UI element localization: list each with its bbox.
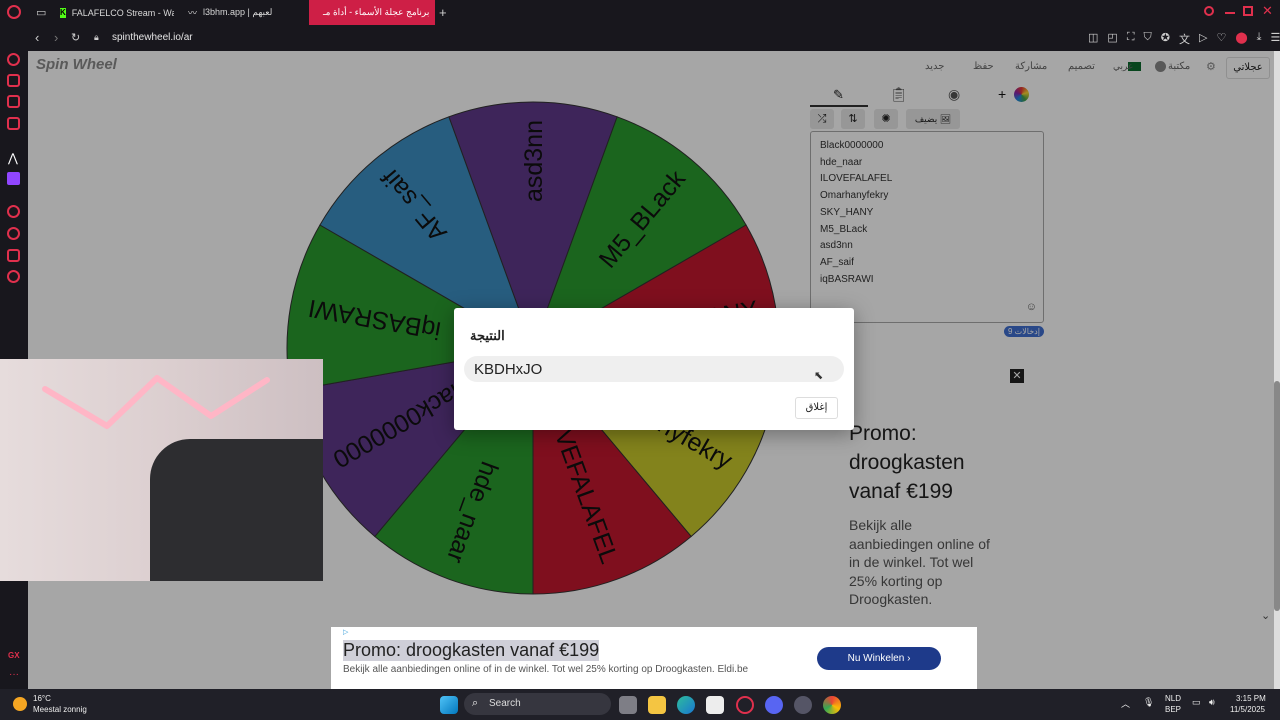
- tab-label: l3bhm.app | لعبهم: [203, 7, 273, 17]
- vk-icon[interactable]: [7, 117, 20, 130]
- menu-icon[interactable]: ☰: [1271, 31, 1280, 47]
- kick-icon: K: [60, 7, 66, 18]
- mouse-cursor-icon: ⬉: [814, 370, 824, 382]
- maximize-icon[interactable]: [1243, 6, 1253, 16]
- extension-icon[interactable]: ✪: [1161, 31, 1170, 47]
- tab-bar: ▭ K FALAFELCO Stream - Wa 〰 l3bhm.app | …: [0, 0, 1280, 25]
- l3bhm-icon: 〰: [188, 8, 198, 18]
- wallet-icon[interactable]: ⬤: [1235, 31, 1247, 47]
- tab-l3bhm[interactable]: 〰 l3bhm.app | لعبهم: [180, 0, 305, 25]
- weather-icon: [13, 697, 27, 711]
- opera-gx-icon[interactable]: [736, 696, 754, 714]
- screenshot-icon[interactable]: ⛶: [1127, 31, 1135, 47]
- mic-icon[interactable]: 🎙︎: [1143, 697, 1154, 708]
- tab-spinthewheel[interactable]: برنامج عجلة الأسماء - أداة مـ: [309, 0, 435, 25]
- dialog-title: النتيجة: [470, 328, 505, 343]
- chat-icon[interactable]: [7, 249, 20, 262]
- play-icon[interactable]: ▷: [1199, 31, 1207, 47]
- start-icon[interactable]: [440, 696, 458, 714]
- store-icon[interactable]: [706, 696, 724, 714]
- scrollbar[interactable]: [1274, 51, 1280, 689]
- close-window-icon[interactable]: ✕: [1262, 3, 1273, 19]
- bottom-ad-title[interactable]: Promo: droogkasten vanaf €199: [343, 640, 600, 661]
- new-tab-button[interactable]: +: [439, 5, 447, 20]
- reload-icon[interactable]: ↻: [71, 31, 80, 44]
- twitch-icon[interactable]: [7, 172, 20, 185]
- webcam-overlay: [0, 359, 323, 581]
- back-icon[interactable]: ‹: [35, 30, 39, 45]
- edge-icon[interactable]: [677, 696, 695, 714]
- gx-icon[interactable]: GX: [8, 651, 20, 660]
- scroll-down-icon[interactable]: ⌄: [1261, 609, 1270, 622]
- result-dialog: النتيجة KBDHxJO ⬉ إغلاق: [454, 308, 854, 430]
- search-icon: ⌕: [472, 697, 479, 709]
- player-icon[interactable]: [7, 205, 20, 218]
- shop-now-label: Nu Winkelen: [847, 653, 905, 664]
- address-bar: ‹ › ↻ 🔒︎ spinthewheel.io/ar ◫ ◰ ⛶ ⛉ ✪ 文 …: [0, 25, 1280, 51]
- result-value: KBDHxJO: [474, 361, 543, 378]
- steam-icon[interactable]: [794, 696, 812, 714]
- tab-label: برنامج عجلة الأسماء - أداة مـ: [323, 7, 430, 17]
- lang-layout[interactable]: BEP: [1165, 705, 1181, 714]
- search-box[interactable]: ⌕ Search: [464, 693, 611, 715]
- lock-icon: 🔒︎: [94, 32, 99, 42]
- aria-icon[interactable]: [7, 53, 20, 66]
- minimize-icon[interactable]: [1225, 12, 1235, 14]
- gaming-chair: [150, 439, 323, 581]
- close-dialog-button[interactable]: إغلاق: [795, 397, 838, 419]
- file-explorer-icon[interactable]: [648, 696, 666, 714]
- toolbar-icons: ◫ ◰ ⛶ ⛉ ✪ 文 ▷ ♡ ⬤ ⤓ ☰: [1088, 31, 1280, 47]
- tab-falafelco[interactable]: K FALAFELCO Stream - Wa: [52, 0, 174, 25]
- more-icon[interactable]: ···: [9, 669, 19, 680]
- task-view-icon[interactable]: [619, 696, 637, 714]
- chrome-icon[interactable]: [823, 696, 841, 714]
- clock-time[interactable]: 3:15 PM: [1236, 694, 1266, 703]
- download-icon[interactable]: ⤓: [1257, 31, 1262, 47]
- settings-icon[interactable]: [7, 270, 20, 283]
- weather-temp[interactable]: 16°C: [33, 694, 51, 703]
- volume-icon[interactable]: 🔊︎: [1209, 697, 1215, 708]
- taskbar: 16°C Meestal zonnig ⌕ Search ︿ 🎙︎ NLD BE…: [0, 689, 1280, 720]
- result-field[interactable]: KBDHxJO ⬉: [464, 356, 844, 382]
- search-tabs-icon[interactable]: [1204, 6, 1214, 16]
- arrow-up-icon[interactable]: ⋀: [8, 151, 18, 165]
- bag-icon[interactable]: [7, 74, 20, 87]
- discord-icon[interactable]: [765, 696, 783, 714]
- clock-date[interactable]: 11/5/2025: [1230, 705, 1265, 714]
- sidebar-toggle-icon[interactable]: ◫: [1088, 31, 1098, 47]
- url-field[interactable]: spinthewheel.io/ar: [112, 32, 193, 43]
- shield-icon[interactable]: ⛉: [1144, 31, 1152, 47]
- translate-icon[interactable]: 文: [1179, 31, 1190, 47]
- forward-icon[interactable]: ›: [54, 30, 58, 45]
- search-label: Search: [489, 698, 521, 709]
- weather-text: Meestal zonnig: [33, 705, 87, 714]
- tab-menu-icon[interactable]: ▭: [36, 6, 46, 19]
- bottom-ad-body: Bekijk alle aanbiedingen online of in de…: [343, 664, 749, 675]
- opera-logo-icon[interactable]: [7, 5, 21, 19]
- heart-icon[interactable]: ♡: [1216, 31, 1226, 47]
- tab-label: FALAFELCO Stream - Wa: [71, 7, 174, 18]
- bottom-ad[interactable]: ▷ Promo: droogkasten vanaf €199 Bekijk a…: [331, 627, 977, 689]
- network-icon[interactable]: ▭: [1192, 697, 1201, 708]
- scrollbar-thumb[interactable]: [1274, 381, 1280, 611]
- ad-choices-icon[interactable]: ▷: [343, 628, 348, 636]
- history-icon[interactable]: [7, 227, 20, 240]
- tray-chevron-icon[interactable]: ︿: [1121, 697, 1130, 710]
- shop-now-button[interactable]: Nu Winkelen ›: [817, 647, 941, 670]
- camera-icon[interactable]: ◰: [1107, 31, 1117, 47]
- lang-code[interactable]: NLD: [1165, 694, 1181, 703]
- messenger-icon[interactable]: [7, 95, 20, 108]
